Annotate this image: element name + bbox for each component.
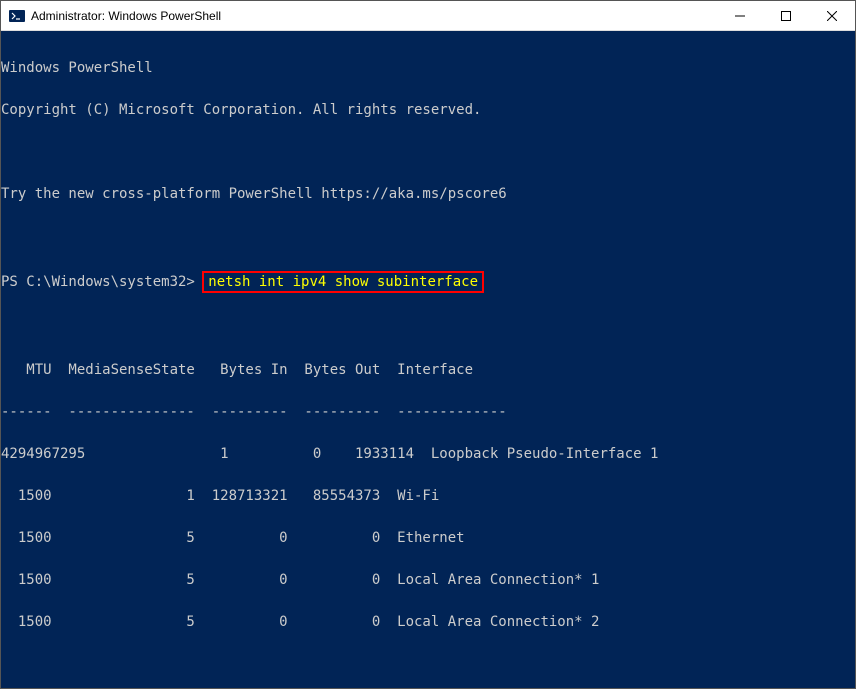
window-title: Administrator: Windows PowerShell bbox=[31, 9, 717, 23]
prompt-prefix: PS C:\Windows\system32> bbox=[1, 274, 203, 290]
maximize-button[interactable] bbox=[763, 1, 809, 30]
banner-line: Copyright (C) Microsoft Corporation. All… bbox=[1, 103, 855, 117]
powershell-icon bbox=[9, 8, 25, 24]
table-row: 1500 5 0 0 Local Area Connection* 2 bbox=[1, 615, 855, 629]
table-row: 1500 1 128713321 85554373 Wi-Fi bbox=[1, 489, 855, 503]
window-controls bbox=[717, 1, 855, 30]
table-row: 1500 5 0 0 Ethernet bbox=[1, 531, 855, 545]
titlebar[interactable]: Administrator: Windows PowerShell bbox=[1, 1, 855, 31]
minimize-button[interactable] bbox=[717, 1, 763, 30]
banner-line: Windows PowerShell bbox=[1, 61, 855, 75]
powershell-window: Administrator: Windows PowerShell Window… bbox=[0, 0, 856, 689]
blank-line bbox=[1, 229, 855, 243]
blank-line bbox=[1, 657, 855, 671]
banner-line: Try the new cross-platform PowerShell ht… bbox=[1, 187, 855, 201]
table-row: 1500 5 0 0 Local Area Connection* 1 bbox=[1, 573, 855, 587]
table-header: MTU MediaSenseState Bytes In Bytes Out I… bbox=[1, 363, 855, 377]
prompt-line: PS C:\Windows\system32> netsh int ipv4 s… bbox=[1, 271, 855, 293]
close-button[interactable] bbox=[809, 1, 855, 30]
blank-line bbox=[1, 321, 855, 335]
table-row: 4294967295 1 0 1933114 Loopback Pseudo-I… bbox=[1, 447, 855, 461]
command-highlighted: netsh int ipv4 show subinterface bbox=[202, 271, 484, 293]
blank-line bbox=[1, 145, 855, 159]
terminal-area[interactable]: Windows PowerShell Copyright (C) Microso… bbox=[1, 31, 855, 688]
table-separator: ------ --------------- --------- -------… bbox=[1, 405, 855, 419]
